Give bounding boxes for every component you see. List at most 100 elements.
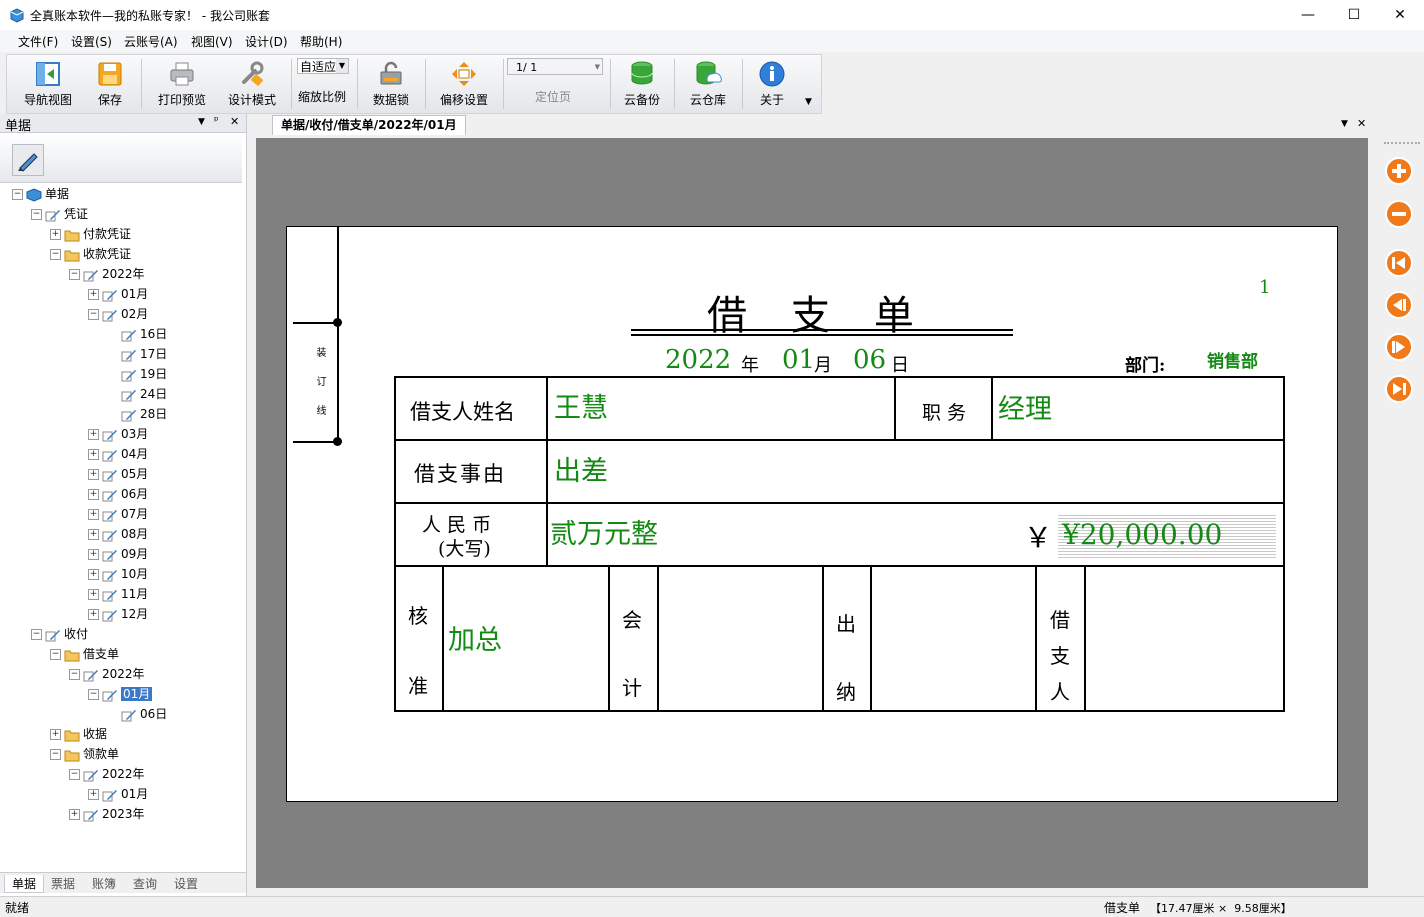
tree-node[interactable]: − 借支单 bbox=[50, 644, 119, 664]
design-mode-button[interactable]: 设计模式 bbox=[219, 55, 285, 113]
print-preview-button[interactable]: 打印预览 bbox=[149, 55, 215, 113]
tree-node[interactable]: +06月 bbox=[88, 484, 148, 504]
expand-icon[interactable]: + bbox=[88, 489, 99, 500]
expand-icon[interactable]: + bbox=[50, 229, 61, 240]
menu-design[interactable]: 设计(D) bbox=[245, 33, 288, 50]
tree-node[interactable]: +04月 bbox=[88, 444, 148, 464]
page-locator-input[interactable]: 1/ 1 ▼ bbox=[507, 58, 603, 75]
pin-icon[interactable]: ᵖ bbox=[214, 114, 219, 127]
tree-node[interactable]: 28日 bbox=[107, 404, 167, 424]
tree-node[interactable]: +11月 bbox=[88, 584, 148, 604]
minimize-button[interactable]: — bbox=[1285, 0, 1331, 30]
tree-node[interactable]: − 收付 bbox=[31, 624, 88, 644]
toolbar-overflow-icon[interactable]: ▼ bbox=[805, 97, 812, 107]
expand-icon[interactable]: + bbox=[88, 449, 99, 460]
tree-node[interactable]: +07月 bbox=[88, 504, 148, 524]
tree-node[interactable]: + 收据 bbox=[50, 724, 107, 744]
tab-documents[interactable]: 单据 bbox=[4, 875, 44, 893]
collapse-icon[interactable]: − bbox=[31, 629, 42, 640]
collapse-icon[interactable]: − bbox=[31, 209, 42, 220]
edit-pen-button[interactable] bbox=[12, 144, 44, 176]
tree-node[interactable]: +03月 bbox=[88, 424, 148, 444]
tree-node-label: 19日 bbox=[140, 367, 168, 381]
collapse-icon[interactable]: − bbox=[50, 649, 61, 660]
tree-node[interactable]: − 领款单 bbox=[50, 744, 119, 764]
tab-settings[interactable]: 设置 bbox=[167, 875, 205, 892]
expand-icon[interactable]: + bbox=[88, 589, 99, 600]
tree-node[interactable]: − 收款凭证 bbox=[50, 244, 131, 264]
tree-node[interactable]: +09月 bbox=[88, 544, 148, 564]
tree-node[interactable]: 19日 bbox=[107, 364, 167, 384]
menu-view[interactable]: 视图(V) bbox=[191, 33, 233, 50]
offset-settings-button[interactable]: 偏移设置 bbox=[431, 55, 497, 113]
tree-node[interactable]: 24日 bbox=[107, 384, 167, 404]
close-button[interactable]: ✕ bbox=[1377, 0, 1423, 30]
menu-cloud-account[interactable]: 云账号(A) bbox=[124, 33, 178, 50]
maximize-button[interactable]: ☐ bbox=[1331, 0, 1377, 30]
tab-query[interactable]: 查询 bbox=[126, 875, 164, 892]
pen-doc-icon bbox=[102, 489, 117, 501]
expand-icon[interactable]: + bbox=[88, 569, 99, 580]
zoom-select[interactable]: 自适应 ▼ bbox=[297, 58, 349, 74]
collapse-icon[interactable]: − bbox=[50, 749, 61, 760]
borrower-sign-label-1: 借 bbox=[1050, 608, 1070, 632]
expand-icon[interactable]: + bbox=[88, 789, 99, 800]
about-button[interactable]: 关于 bbox=[747, 55, 797, 113]
collapse-icon[interactable]: − bbox=[69, 769, 80, 780]
expand-icon[interactable]: + bbox=[88, 549, 99, 560]
cloud-repository-button[interactable]: 云仓库 bbox=[679, 55, 737, 113]
tree-node[interactable]: +10月 bbox=[88, 564, 148, 584]
menu-settings[interactable]: 设置(S) bbox=[71, 33, 112, 50]
data-lock-button[interactable]: 数据锁 bbox=[363, 55, 419, 113]
tree-node[interactable]: +2023年 bbox=[69, 804, 145, 824]
tree-node[interactable]: − 2022年 bbox=[69, 664, 145, 684]
tree-node[interactable]: − 单据 bbox=[12, 184, 69, 204]
tab-current-document[interactable]: 单据/收付/借支单/2022年/01月 bbox=[272, 115, 466, 135]
tree-node[interactable]: 16日 bbox=[107, 324, 167, 344]
menu-help[interactable]: 帮助(H) bbox=[300, 33, 342, 50]
tree-node[interactable]: 17日 bbox=[107, 344, 167, 364]
nav-view-button[interactable]: 导航视图 bbox=[15, 55, 81, 113]
tree-node[interactable]: − 01月 bbox=[88, 684, 153, 704]
last-record-button[interactable] bbox=[1384, 374, 1414, 404]
tree-node[interactable]: − 凭证 bbox=[31, 204, 88, 224]
collapse-icon[interactable]: − bbox=[69, 269, 80, 280]
menu-file[interactable]: 文件(F) bbox=[18, 33, 58, 50]
tree-node[interactable]: +08月 bbox=[88, 524, 148, 544]
panel-menu-icon[interactable]: ▼ bbox=[198, 117, 205, 127]
expand-icon[interactable]: + bbox=[88, 429, 99, 440]
tree-node[interactable]: 06日 bbox=[107, 704, 167, 724]
expand-icon[interactable]: + bbox=[88, 469, 99, 480]
tab-ledgers[interactable]: 账簿 bbox=[85, 875, 123, 892]
tab-close-icon[interactable]: ✕ bbox=[1357, 117, 1366, 130]
tab-menu-icon[interactable]: ▼ bbox=[1341, 119, 1348, 129]
previous-record-button[interactable] bbox=[1384, 290, 1414, 320]
tree-node[interactable]: +12月 bbox=[88, 604, 148, 624]
add-record-button[interactable] bbox=[1384, 156, 1414, 186]
tree-node[interactable]: +01月 bbox=[88, 284, 148, 304]
collapse-icon[interactable]: − bbox=[88, 689, 99, 700]
delete-record-button[interactable] bbox=[1384, 199, 1414, 229]
tree-node[interactable]: − 2022年 bbox=[69, 264, 145, 284]
expand-icon[interactable]: + bbox=[88, 289, 99, 300]
tree-node[interactable]: +05月 bbox=[88, 464, 148, 484]
expand-icon[interactable]: + bbox=[50, 729, 61, 740]
save-button[interactable]: 保存 bbox=[85, 55, 135, 113]
expand-icon[interactable]: + bbox=[69, 809, 80, 820]
panel-close-button[interactable]: ✕ bbox=[230, 115, 239, 128]
tree-node[interactable]: + 付款凭证 bbox=[50, 224, 131, 244]
tree-node[interactable]: +01月 bbox=[88, 784, 148, 804]
collapse-icon[interactable]: − bbox=[69, 669, 80, 680]
collapse-icon[interactable]: − bbox=[50, 249, 61, 260]
tree-node[interactable]: − 02月 bbox=[88, 304, 148, 324]
tab-bills[interactable]: 票据 bbox=[44, 875, 82, 892]
expand-icon[interactable]: + bbox=[88, 529, 99, 540]
tree-node[interactable]: − 2022年 bbox=[69, 764, 145, 784]
collapse-icon[interactable]: − bbox=[12, 189, 23, 200]
cloud-backup-button[interactable]: 云备份 bbox=[615, 55, 669, 113]
next-record-button[interactable] bbox=[1384, 332, 1414, 362]
expand-icon[interactable]: + bbox=[88, 509, 99, 520]
expand-icon[interactable]: + bbox=[88, 609, 99, 620]
collapse-icon[interactable]: − bbox=[88, 309, 99, 320]
first-record-button[interactable] bbox=[1384, 248, 1414, 278]
